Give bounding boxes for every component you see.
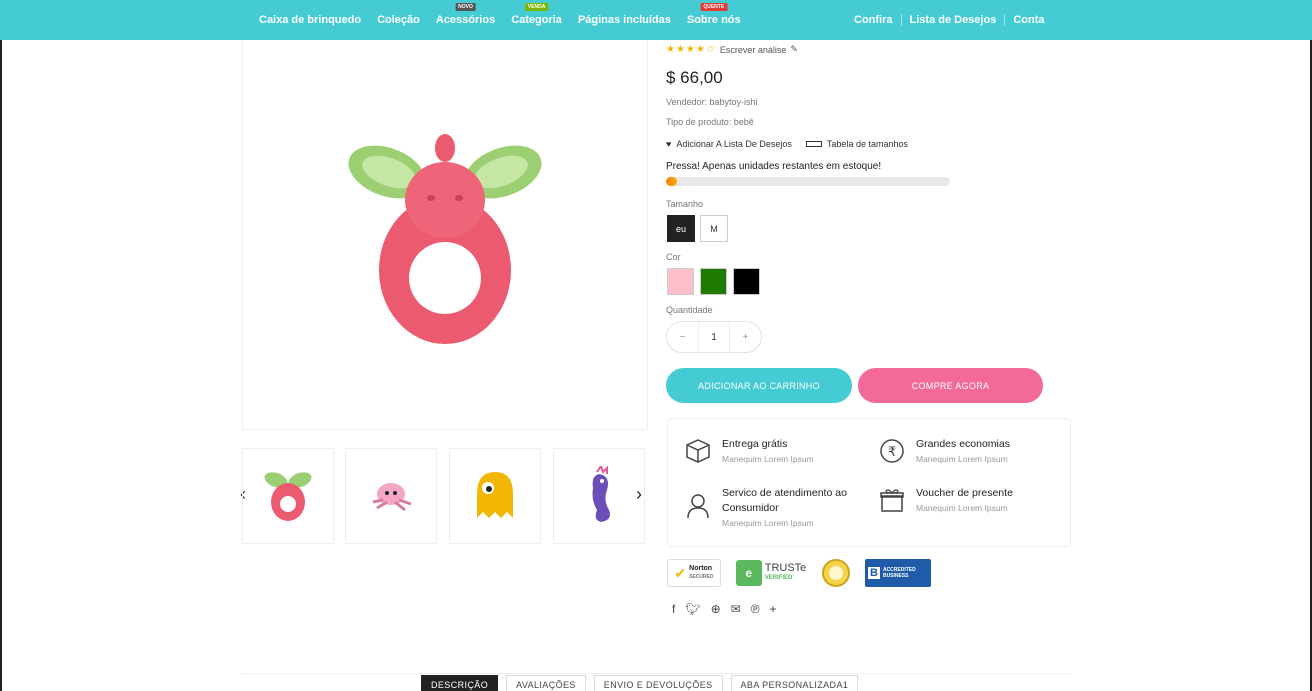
box-icon xyxy=(684,437,712,465)
teether-thumb-image xyxy=(264,472,312,521)
thumbnail-3[interactable] xyxy=(449,448,541,544)
checkmark-icon: ✔ xyxy=(674,564,687,581)
feature-title: Entrega grátis xyxy=(722,438,788,450)
quantity-label: Quantidade xyxy=(666,305,713,315)
feature-title: Grandes economias xyxy=(916,438,1010,450)
rupee-icon: ₹ xyxy=(878,437,906,465)
chevron-right-icon[interactable]: › xyxy=(636,484,642,505)
size-chart-link[interactable]: Tabela de tamanhos xyxy=(805,139,908,149)
nav-item-account[interactable]: Conta xyxy=(1004,14,1052,26)
pencil-icon: ✎ xyxy=(790,44,798,54)
main-menu: Caixa de brinquedo Coleção Acessórios NO… xyxy=(259,0,741,40)
feature-big-savings: ₹ Grandes economias Manequim Lorem Ipsum xyxy=(878,437,1010,465)
size-option-m[interactable]: M xyxy=(700,215,728,242)
feature-subtitle: Manequim Lorem Ipsum xyxy=(722,518,814,528)
heart-icon: ♥ xyxy=(666,139,672,149)
user-icon xyxy=(684,492,712,520)
trust-badges: ✔ Norton SECURED e TRUSTe VERIFIED B ACC… xyxy=(667,559,931,587)
feature-title: Servico de atendimento ao Consumidor xyxy=(722,487,847,514)
color-swatch-pink[interactable] xyxy=(667,268,694,295)
size-label: Tamanho xyxy=(666,199,704,209)
ruler-icon xyxy=(805,141,822,147)
svg-text:₹: ₹ xyxy=(888,445,896,460)
truste-badge: e TRUSTe VERIFIED xyxy=(735,559,807,587)
sale-badge: VENDA xyxy=(524,3,549,11)
feature-title: Voucher de presente xyxy=(916,487,1013,499)
feature-subtitle: Manequim Lorem Ipsum xyxy=(722,454,814,464)
nav-item-accessories[interactable]: Acessórios NOVO xyxy=(436,3,495,26)
thumbnail-strip: ‹ › xyxy=(240,448,648,544)
yellow-monster-thumb-image xyxy=(477,472,513,518)
bbb-badge: B ACCREDITED BUSINESS xyxy=(865,559,931,587)
pinterest-icon[interactable]: ⊕ xyxy=(711,602,721,616)
add-to-wishlist-link[interactable]: ♥ Adicionar A Lista De Desejos xyxy=(666,139,792,149)
nav-item-toy-box[interactable]: Caixa de brinquedo xyxy=(259,14,361,26)
seahorse-thumb-image xyxy=(592,466,610,522)
more-icon[interactable]: + xyxy=(770,602,777,616)
new-badge: NOVO xyxy=(455,3,476,11)
feature-free-delivery: Entrega grátis Manequim Lorem Ipsum xyxy=(684,437,814,465)
nav-item-collection[interactable]: Coleção xyxy=(377,14,420,26)
quantity-input[interactable] xyxy=(698,322,730,352)
feature-subtitle: Manequim Lorem Ipsum xyxy=(916,454,1008,464)
norton-badge: ✔ Norton SECURED xyxy=(667,559,721,587)
account-menu: Confira Lista de Desejos Conta xyxy=(854,0,1053,40)
quantity-increase-button[interactable]: + xyxy=(730,332,761,343)
stock-progress-bar xyxy=(666,177,950,186)
quantity-decrease-button[interactable]: − xyxy=(667,332,698,343)
size-option-eu[interactable]: eu xyxy=(667,215,695,242)
color-swatch-green[interactable] xyxy=(700,268,727,295)
octopus-thumb-image xyxy=(372,483,412,512)
product-tabs: DESCRIÇÃO AVALIAÇÕES ENVIO E DEVOLUÇÕES … xyxy=(421,675,859,691)
star-rating: ★★★★☆ xyxy=(666,44,716,55)
quantity-stepper: − + xyxy=(666,321,762,353)
facebook-icon[interactable]: f xyxy=(672,602,675,616)
product-type: Tipo de produto: bebê xyxy=(666,117,754,127)
nav-item-included-pages[interactable]: Páginas incluídas xyxy=(578,14,671,26)
feature-gift-voucher: Voucher de presente Manequim Lorem Ipsum xyxy=(878,486,1013,514)
buy-now-button[interactable]: COMPRE AGORA xyxy=(858,368,1043,403)
truste-logo-icon: e xyxy=(735,560,762,586)
tab-custom[interactable]: ABA PERSONALIZADA1 xyxy=(730,675,859,691)
nav-item-wishlist[interactable]: Lista de Desejos xyxy=(900,14,1005,26)
rating-row: ★★★★☆ Escrever análise ✎ xyxy=(666,44,798,55)
thumbnail-4[interactable] xyxy=(553,448,645,544)
pinterest-p-icon[interactable]: ℗ xyxy=(751,602,760,616)
product-vendor: Vendedor: babytoy-ishi xyxy=(666,97,758,107)
color-swatch-black[interactable] xyxy=(733,268,760,295)
add-to-cart-button[interactable]: ADICIONAR AO CARRINHO xyxy=(666,368,852,403)
twitter-icon[interactable]: 🐦︎ xyxy=(685,602,700,616)
feature-customer-service: Servico de atendimento ao Consumidor Man… xyxy=(684,486,852,528)
bbb-logo-icon: B xyxy=(868,567,880,579)
stock-progress-fill xyxy=(666,177,678,186)
nav-item-category[interactable]: Categoria VENDA xyxy=(511,3,562,26)
product-price: $ 66,00 xyxy=(666,68,723,87)
social-share: f 🐦︎ ⊕ ✉ ℗ + xyxy=(672,602,777,616)
product-main-image[interactable] xyxy=(242,40,648,430)
email-icon[interactable]: ✉ xyxy=(731,602,741,616)
tab-reviews[interactable]: AVALIAÇÕES xyxy=(506,675,586,691)
frame-left-border xyxy=(0,40,2,691)
tab-description[interactable]: DESCRIÇÃO xyxy=(421,675,499,691)
color-label: Cor xyxy=(666,252,681,262)
thumbnail-1[interactable] xyxy=(242,448,334,544)
stock-message: Pressa! Apenas unidades restantes em est… xyxy=(666,161,882,172)
teether-image xyxy=(348,133,542,344)
secure-seal-badge xyxy=(821,559,851,587)
feature-subtitle: Manequim Lorem Ipsum xyxy=(916,503,1008,513)
top-nav: Caixa de brinquedo Coleção Acessórios NO… xyxy=(0,0,1312,40)
hot-badge: QUENTE xyxy=(700,3,728,11)
nav-item-checkout[interactable]: Confira xyxy=(854,14,901,26)
product-links: ♥ Adicionar A Lista De Desejos Tabela de… xyxy=(666,139,908,149)
features-box: Entrega grátis Manequim Lorem Ipsum ₹ Gr… xyxy=(667,418,1071,547)
write-review-link[interactable]: Escrever análise xyxy=(720,45,787,55)
tab-shipping-returns[interactable]: ENVIO E DEVOLUÇÕES xyxy=(593,675,723,691)
gift-icon xyxy=(878,486,906,514)
thumbnail-2[interactable] xyxy=(345,448,437,544)
nav-item-about-us[interactable]: Sobre nós QUENTE xyxy=(687,3,741,26)
